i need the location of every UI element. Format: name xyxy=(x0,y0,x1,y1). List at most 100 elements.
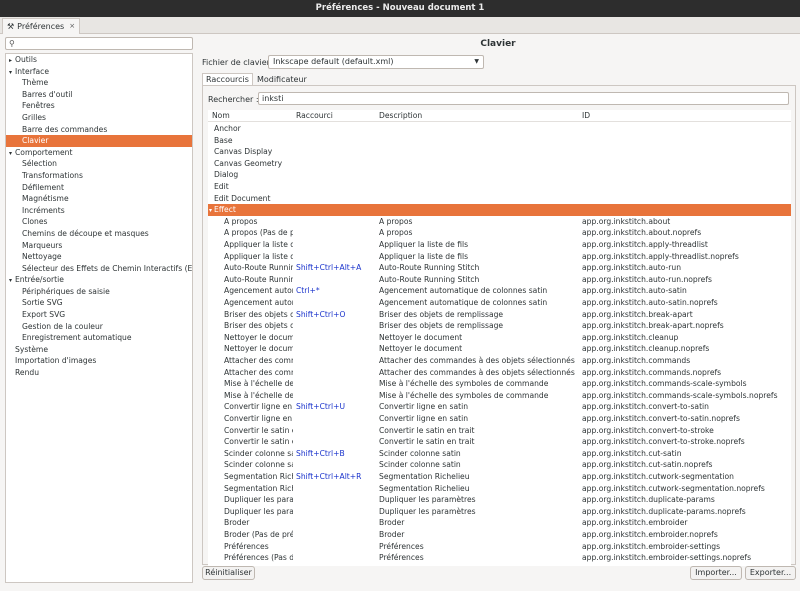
sidebar-item[interactable]: Gestion de la couleur xyxy=(6,321,192,333)
preferences-icon: ⚒ xyxy=(7,22,15,31)
close-icon[interactable]: × xyxy=(69,19,75,34)
table-row[interactable]: Préférences (Pas de Préférences app.org.in… xyxy=(208,552,791,564)
sidebar-item[interactable]: Rendu xyxy=(6,367,192,379)
table-row[interactable]: Segmentation Richel Segmentation Richelie… xyxy=(208,483,791,495)
table-row[interactable]: Attacher des comm Attacher des commandes … xyxy=(208,367,791,379)
sidebar-item[interactable]: Barre des commandes xyxy=(6,124,192,136)
category-row[interactable]: Edit Document xyxy=(208,193,791,205)
sidebar-item[interactable]: Sélecteur des Effets de Chemin Interacti… xyxy=(6,263,192,275)
shortcuts-table[interactable]: Nom Raccourci Description ID Anchor Base C… xyxy=(208,110,791,566)
sidebar-item[interactable]: Grilles xyxy=(6,112,192,124)
tab-raccourcis[interactable]: Raccourcis xyxy=(202,73,253,85)
table-row[interactable]: Convertir le satin e Convertir le satin e… xyxy=(208,425,791,437)
cell-name: Attacher des comm xyxy=(224,367,293,377)
category-row[interactable]: Canvas Display xyxy=(208,146,791,158)
cell-name: Broder xyxy=(224,518,250,528)
table-row[interactable]: Segmentation RichelShift+Ctrl+Alt+R Segme… xyxy=(208,471,791,483)
sidebar-item[interactable]: Clavier xyxy=(6,135,192,147)
sidebar-item[interactable]: ▾ Interface xyxy=(6,66,192,78)
sidebar-item[interactable]: ▾ Entrée/sortie xyxy=(6,274,192,286)
table-row[interactable]: Dupliquer les param Dupliquer les paramèt… xyxy=(208,494,791,506)
table-row[interactable]: Briser des objets de Shift+Ctrl+O Briser d… xyxy=(208,309,791,321)
cell-description: Briser des objets de remplissage xyxy=(379,321,504,331)
sidebar-item[interactable]: Barres d'outil xyxy=(6,89,192,101)
table-row[interactable]: Agencement autom Ctrl+* Agencement automat… xyxy=(208,285,791,297)
preferences-sidebar: ⚲ ▸ Outils ▾ Interface Thème Barres d'outil Fe… xyxy=(5,37,193,583)
preferences-tree[interactable]: ▸ Outils ▾ Interface Thème Barres d'outil Fenê… xyxy=(5,53,193,583)
sidebar-item[interactable]: Export SVG xyxy=(6,309,192,321)
table-row[interactable]: Préférences Préférences app.org.inkstitch.… xyxy=(208,541,791,553)
table-row[interactable]: Convertir le satin e Convertir le satin e… xyxy=(208,436,791,448)
sidebar-item[interactable]: Sélection xyxy=(6,158,192,170)
column-header-nom[interactable]: Nom xyxy=(212,110,230,122)
table-row[interactable]: Mise à l'échelle des Mise à l'échelle des… xyxy=(208,390,791,402)
sidebar-item-label: Gestion de la couleur xyxy=(22,321,103,331)
sidebar-item[interactable]: Fenêtres xyxy=(6,100,192,112)
sidebar-search-input[interactable]: ⚲ xyxy=(5,37,193,50)
table-row[interactable]: Mise à l'échelle des Mise à l'échelle des… xyxy=(208,378,791,390)
category-row[interactable]: Edit xyxy=(208,181,791,193)
sidebar-item[interactable]: Sortie SVG xyxy=(6,297,192,309)
table-row[interactable]: Scinder colonne sat Shift+Ctrl+B Scinder c… xyxy=(208,448,791,460)
sidebar-item[interactable]: Périphériques de saisie xyxy=(6,286,192,298)
table-row[interactable]: Convertir ligne en s Convertir ligne en s… xyxy=(208,413,791,425)
export-button[interactable]: Exporter... xyxy=(745,566,796,580)
cell-id: app.org.inkstitch.about.noprefs xyxy=(582,228,702,238)
cell-name: Convertir ligne en s xyxy=(224,414,293,423)
cell-description: Nettoyer le document xyxy=(379,344,463,354)
keyboard-file-select[interactable]: Inkscape default (default.xml) ▼ xyxy=(268,55,484,69)
sidebar-item[interactable]: Marqueurs xyxy=(6,240,192,252)
table-row[interactable]: Broder (Pas de préf Broder app.org.inkstit… xyxy=(208,529,791,541)
column-header-raccourci[interactable]: Raccourci xyxy=(296,110,333,122)
sidebar-item[interactable]: Défilement xyxy=(6,182,192,194)
table-row[interactable]: Briser des objets de Briser des objets de… xyxy=(208,320,791,332)
cell-description: Agencement automatique de colonnes satin xyxy=(379,286,548,296)
preferences-tab[interactable]: ⚒ Préférences × xyxy=(2,18,81,34)
sidebar-item[interactable]: Importation d'images xyxy=(6,355,192,367)
sidebar-item[interactable]: Nettoyage xyxy=(6,251,192,263)
sidebar-item[interactable]: Système xyxy=(6,344,192,356)
cell-id: app.org.inkstitch.commands-scale-symbols xyxy=(582,379,747,389)
table-row[interactable]: Auto-Route Runnin Auto-Route Running Stit… xyxy=(208,274,791,286)
sidebar-item[interactable]: ▾ Comportement xyxy=(6,147,192,159)
sidebar-item[interactable]: Incréments xyxy=(6,205,192,217)
cell-name: Briser des objets de xyxy=(224,309,293,319)
table-row[interactable]: Appliquer la liste de Appliquer la liste … xyxy=(208,239,791,251)
table-row[interactable]: Convertir ligne en s Shift+Ctrl+U Converti… xyxy=(208,401,791,413)
table-row[interactable]: Scinder colonne sat Scinder colonne satin… xyxy=(208,459,791,471)
sidebar-item[interactable]: Thème xyxy=(6,77,192,89)
sidebar-item[interactable]: ▸ Outils xyxy=(6,54,192,66)
table-row[interactable]: Attacher des comm Attacher des commandes … xyxy=(208,355,791,367)
shortcut-search-input[interactable]: inksti xyxy=(258,92,789,105)
table-row[interactable]: Nettoyer le docume Nettoyer le document ap… xyxy=(208,332,791,344)
table-row[interactable]: Appliquer la liste de Appliquer la liste … xyxy=(208,251,791,263)
sidebar-item[interactable]: Magnétisme xyxy=(6,193,192,205)
table-row[interactable]: Dupliquer les param Dupliquer les paramèt… xyxy=(208,506,791,518)
sidebar-item[interactable]: Transformations xyxy=(6,170,192,182)
import-button[interactable]: Importer... xyxy=(690,566,742,580)
table-row[interactable]: Auto-Route Runnin Shift+Ctrl+Alt+A Auto-Ro… xyxy=(208,262,791,274)
column-header-description[interactable]: Description xyxy=(379,110,422,122)
category-row[interactable]: Base xyxy=(208,135,791,147)
sidebar-item-label: Fenêtres xyxy=(22,101,55,111)
sidebar-item-label: Clones xyxy=(22,217,48,227)
table-row[interactable]: Agencement autom Agencement automatique d… xyxy=(208,297,791,309)
reset-button[interactable]: Réinitialiser xyxy=(202,566,255,580)
cell-description: Convertir ligne en satin xyxy=(379,402,469,412)
cell-name: Agencement autom xyxy=(224,298,293,307)
sidebar-item-label: Interface xyxy=(15,66,49,76)
table-row[interactable]: Nettoyer le docume Nettoyer le document ap… xyxy=(208,343,791,355)
sidebar-item[interactable]: Chemins de découpe et masques xyxy=(6,228,192,240)
category-row-selected[interactable]: ▾ Effect xyxy=(208,204,791,216)
table-row[interactable]: A propos (Pas de pr A propos app.org.inkst… xyxy=(208,227,791,239)
column-header-id[interactable]: ID xyxy=(582,110,590,122)
sidebar-item[interactable]: Enregistrement automatique xyxy=(6,332,192,344)
sidebar-item[interactable]: Clones xyxy=(6,216,192,228)
document-tab-bar: ⚒ Préférences × xyxy=(0,17,800,34)
table-row[interactable]: A propos A propos app.org.inkstitch.about xyxy=(208,216,791,228)
tab-modificateur[interactable]: Modificateur xyxy=(253,73,311,85)
category-row[interactable]: Anchor xyxy=(208,123,791,135)
table-row[interactable]: Broder Broder app.org.inkstitch.embroider xyxy=(208,517,791,529)
category-row[interactable]: Dialog xyxy=(208,169,791,181)
category-row[interactable]: Canvas Geometry xyxy=(208,158,791,170)
